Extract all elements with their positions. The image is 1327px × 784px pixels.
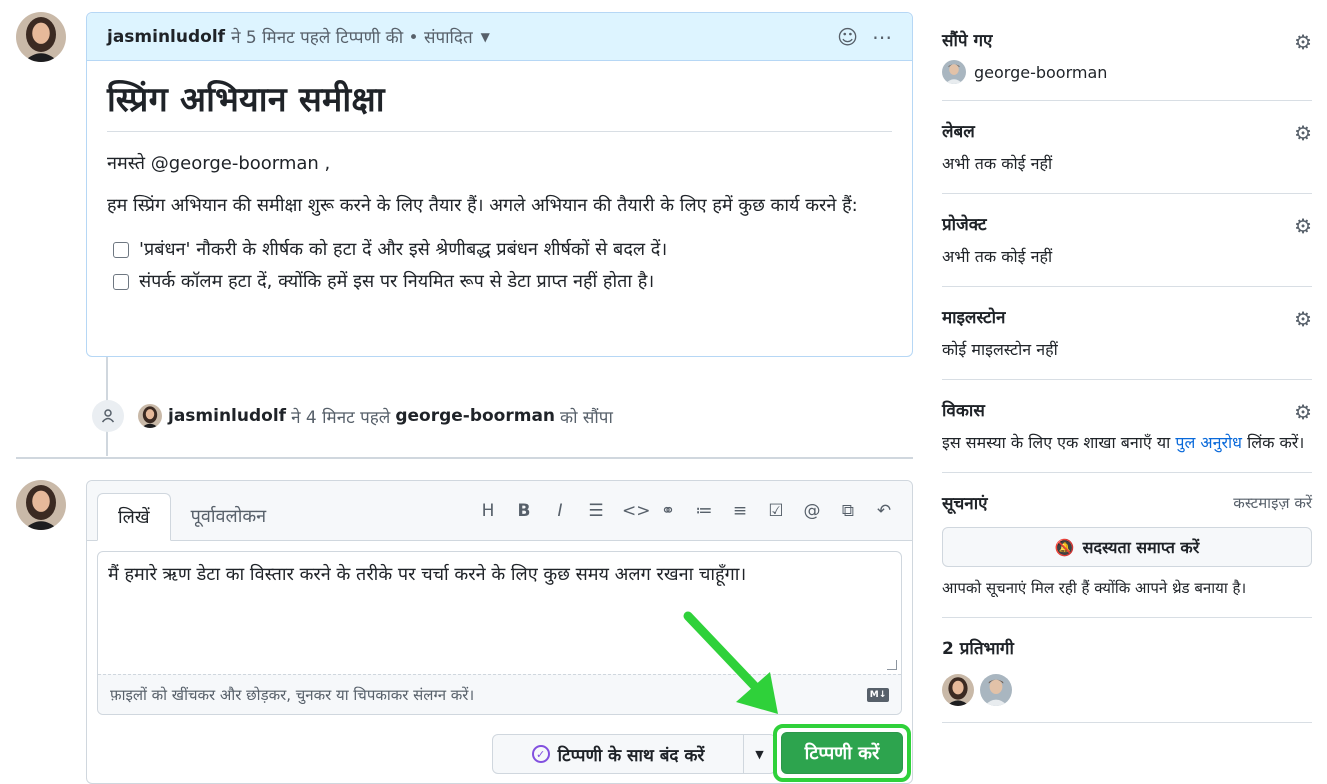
participant-avatar[interactable]: [980, 674, 1012, 706]
labels-value: अभी तक कोई नहीं: [942, 154, 1053, 173]
comment-submit-button[interactable]: टिप्पणी करें: [781, 732, 903, 774]
customize-link[interactable]: कस्टमाइज़ करें: [1233, 493, 1312, 513]
assignees-title: सौंपे गए: [942, 31, 993, 51]
tab-preview[interactable]: पूर्वावलोकन: [171, 492, 287, 540]
italic-icon[interactable]: I: [550, 501, 570, 521]
gear-icon[interactable]: ⚙: [1294, 400, 1312, 424]
sidebar-participants: 2 प्रतिभागी: [942, 634, 1312, 723]
bold-icon[interactable]: B: [514, 501, 534, 521]
code-icon[interactable]: <>: [622, 501, 651, 521]
sidebar-milestone: माइलस्टोन ⚙ कोई माइलस्टोन नहीं: [942, 303, 1312, 380]
comment-paragraph: हम स्प्रिंग अभियान की समीक्षा शुरू करने …: [107, 195, 858, 216]
event-time[interactable]: ने 4 मिनट पहले: [291, 405, 390, 428]
projects-value: अभी तक कोई नहीं: [942, 247, 1053, 266]
comment-greeting: नमस्ते @george-boorman ,: [107, 153, 331, 174]
chevron-down-icon[interactable]: ▼: [481, 30, 490, 44]
comment-meta[interactable]: ने 5 मिनट पहले टिप्पणी की • संपादित: [231, 25, 473, 48]
issue-comment: jasminludolf ने 5 मिनट पहले टिप्पणी की •…: [86, 12, 913, 357]
notification-reason: आपको सूचनाएं मिल रही हैं क्योंकि आपने थ्…: [942, 579, 1247, 597]
bullet-list-icon[interactable]: ≔: [694, 501, 714, 521]
check-circle-icon: ✓: [531, 745, 550, 763]
sidebar-assignees: सौंपे गए ⚙ george-boorman: [942, 26, 1312, 101]
sidebar-development: विकास ⚙ इस समस्या के लिए एक शाखा बनाएँ य…: [942, 396, 1312, 473]
task-checkbox[interactable]: [113, 242, 129, 258]
participant-avatar[interactable]: [942, 674, 974, 706]
close-with-comment-label: टिप्पणी के साथ बंद करें: [557, 745, 705, 766]
comment-actions: ☺ ⋯: [837, 25, 892, 49]
close-with-comment-button[interactable]: ✓ टिप्पणी के साथ बंद करें: [492, 734, 744, 774]
gear-icon[interactable]: ⚙: [1294, 214, 1312, 238]
participants-title: 2 प्रतिभागी: [942, 639, 1014, 659]
smiley-icon[interactable]: ☺: [837, 25, 858, 49]
event-actor-link[interactable]: jasminludolf: [168, 406, 286, 426]
assignee-avatar: [942, 60, 966, 84]
assign-event: jasminludolf ने 4 मिनट पहले george-boorm…: [92, 400, 618, 432]
comment-composer: लिखें पूर्वावलोकन H B I ☰ <> ⚭ ≔ ≡ ☑ @ ⧉…: [86, 480, 913, 784]
composer-user-avatar[interactable]: [16, 480, 66, 530]
development-title: विकास: [942, 401, 985, 421]
task-text: संपर्क कॉलम हटा दें, क्योंकि हमें इस पर …: [139, 271, 655, 292]
kebab-menu-icon[interactable]: ⋯: [872, 25, 892, 49]
person-icon: [92, 400, 124, 432]
pull-request-link[interactable]: पुल अनुरोध: [1175, 433, 1242, 452]
task-checkbox[interactable]: [113, 274, 129, 290]
numbered-list-icon[interactable]: ≡: [730, 501, 750, 521]
comment-author-avatar[interactable]: [16, 12, 66, 62]
comment-textarea[interactable]: मैं हमारे ऋण डेटा का विस्तार करने के तरी…: [98, 552, 901, 674]
development-text-post: लिंक करें।: [1247, 433, 1305, 452]
assignee-item[interactable]: george-boorman: [942, 60, 1312, 84]
development-text: इस समस्या के लिए एक शाखा बनाएँ या पुल अन…: [942, 430, 1312, 456]
bell-slash-icon: 🔕: [1054, 537, 1075, 557]
comment-header: jasminludolf ने 5 मिनट पहले टिप्पणी की •…: [87, 13, 912, 61]
participants-list: [942, 674, 1312, 706]
markdown-icon[interactable]: M↓: [867, 688, 889, 702]
reference-icon[interactable]: ⧉: [838, 501, 858, 521]
comment-author-link[interactable]: jasminludolf: [107, 27, 225, 47]
gear-icon[interactable]: ⚙: [1294, 30, 1312, 54]
undo-icon[interactable]: ↶: [874, 501, 894, 521]
comment-title: स्प्रिंग अभियान समीक्षा: [107, 75, 892, 132]
close-options-dropdown[interactable]: ▼: [743, 734, 776, 774]
markdown-toolbar: H B I ☰ <> ⚭ ≔ ≡ ☑ @ ⧉ ↶: [478, 501, 894, 521]
comment-editor: मैं हमारे ऋण डेटा का विस्तार करने के तरी…: [97, 551, 902, 715]
unsubscribe-label: सदस्यता समाप्त करें: [1082, 538, 1200, 557]
link-icon[interactable]: ⚭: [658, 501, 678, 521]
issue-sidebar: सौंपे गए ⚙ george-boorman लेबल ⚙ अभी तक …: [942, 26, 1312, 739]
tab-write[interactable]: लिखें: [97, 493, 171, 541]
unsubscribe-button[interactable]: 🔕 सदस्यता समाप्त करें: [942, 527, 1312, 567]
task-item: संपर्क कॉलम हटा दें, क्योंकि हमें इस पर …: [113, 266, 892, 298]
gear-icon[interactable]: ⚙: [1294, 121, 1312, 145]
task-item: 'प्रबंधन' नौकरी के शीर्षक को हटा दें और …: [113, 234, 892, 266]
development-text-pre: इस समस्या के लिए एक शाखा बनाएँ या: [942, 433, 1171, 452]
comment-button-highlight: टिप्पणी करें: [773, 724, 911, 782]
event-action: को सौंपा: [560, 407, 613, 428]
file-drop-zone[interactable]: फ़ाइलों को खींचकर और छोड़कर, चुनकर या चि…: [98, 674, 901, 714]
event-actor-avatar[interactable]: [138, 404, 162, 428]
timeline-separator: [16, 457, 913, 459]
task-list-icon[interactable]: ☑: [766, 501, 786, 521]
quote-icon[interactable]: ☰: [586, 501, 606, 521]
comment-body: स्प्रिंग अभियान समीक्षा नमस्ते @george-b…: [87, 61, 912, 298]
event-target-link[interactable]: george-boorman: [395, 406, 555, 426]
task-text: 'प्रबंधन' नौकरी के शीर्षक को हटा दें और …: [139, 239, 668, 260]
assignee-name: george-boorman: [974, 62, 1108, 82]
labels-title: लेबल: [942, 122, 975, 142]
sidebar-projects: प्रोजेक्ट ⚙ अभी तक कोई नहीं: [942, 210, 1312, 287]
resize-handle-icon[interactable]: [887, 660, 897, 670]
projects-title: प्रोजेक्ट: [942, 215, 987, 235]
mention-icon[interactable]: @: [802, 501, 822, 521]
heading-icon[interactable]: H: [478, 501, 498, 521]
milestone-title: माइलस्टोन: [942, 308, 1006, 328]
gear-icon[interactable]: ⚙: [1294, 307, 1312, 331]
composer-tabs: लिखें पूर्वावलोकन H B I ☰ <> ⚭ ≔ ≡ ☑ @ ⧉…: [87, 481, 912, 541]
milestone-value: कोई माइलस्टोन नहीं: [942, 340, 1058, 359]
sidebar-notifications: सूचनाएं कस्टमाइज़ करें 🔕 सदस्यता समाप्त …: [942, 489, 1312, 618]
sidebar-labels: लेबल ⚙ अभी तक कोई नहीं: [942, 117, 1312, 194]
